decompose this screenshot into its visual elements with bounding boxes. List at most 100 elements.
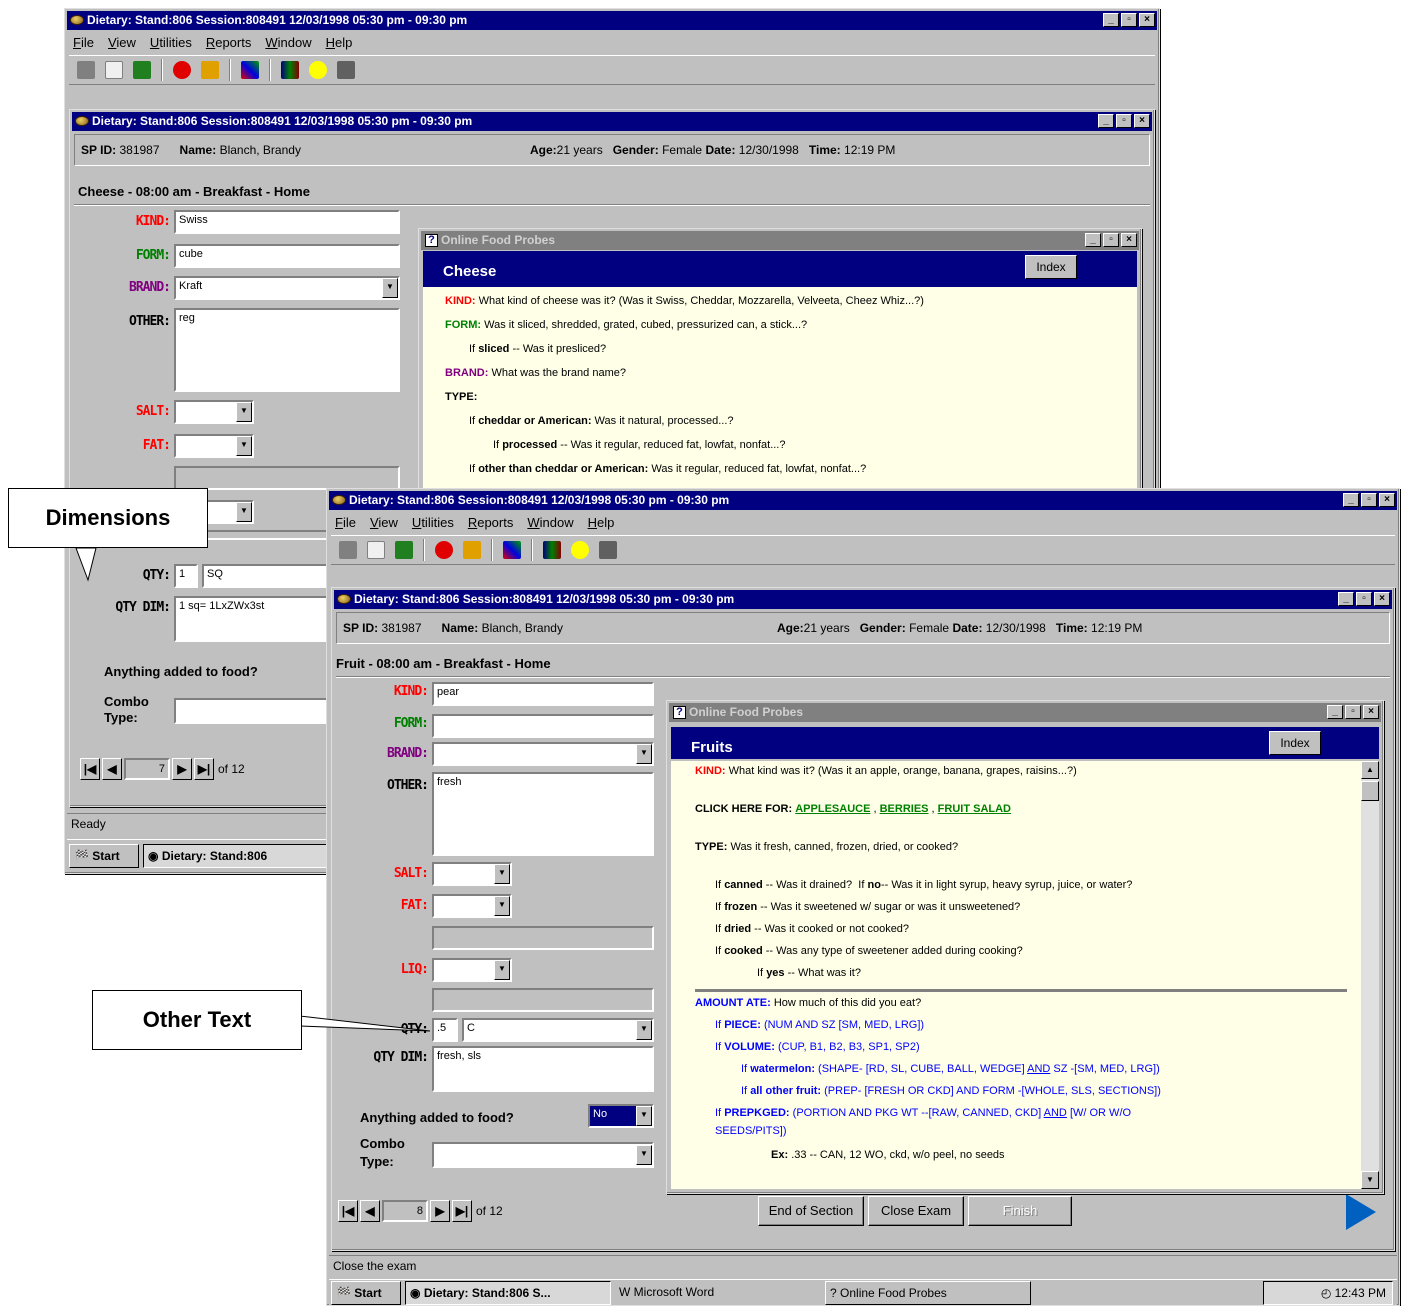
form-field[interactable]	[432, 714, 654, 738]
front-probe-title-bar[interactable]: ? Online Food Probes _ ▫ ×	[669, 703, 1381, 722]
menu-reports[interactable]: Reports	[468, 513, 514, 533]
front-inner-title-bar[interactable]: Dietary: Stand:806 Session:808491 12/03/…	[334, 590, 1392, 609]
start-button[interactable]: 🏁 Start	[331, 1280, 401, 1305]
open-icon[interactable]	[77, 61, 95, 79]
minimize-button[interactable]: _	[1098, 114, 1114, 128]
help-icon[interactable]	[309, 61, 327, 79]
applesauce-link[interactable]: APPLESAUCE	[795, 803, 870, 815]
prev-record-button[interactable]: ◀	[102, 758, 122, 780]
prev-record-button[interactable]: ◀	[360, 1200, 380, 1222]
close-button[interactable]: ×	[1363, 705, 1379, 719]
form-field[interactable]: cube	[174, 244, 400, 268]
qty-unit-dropdown-arrow[interactable]: ▼	[636, 1020, 652, 1040]
record-icon[interactable]	[173, 61, 191, 79]
back-title-bar[interactable]: Dietary: Stand:806 Session:808491 12/03/…	[67, 11, 1157, 30]
taskbar-dietary[interactable]: ◉ Dietary: Stand:806	[143, 843, 343, 868]
qty-dim-field[interactable]: fresh, sls	[432, 1046, 654, 1092]
index-button[interactable]: Index	[1269, 731, 1321, 755]
salt-dropdown-arrow[interactable]: ▼	[494, 864, 510, 884]
berries-link[interactable]: BERRIES	[880, 803, 929, 815]
other-field[interactable]: fresh	[432, 772, 654, 856]
menu-utilities[interactable]: Utilities	[412, 513, 454, 533]
exit-icon[interactable]	[599, 541, 617, 559]
qty-unit-field[interactable]: C	[462, 1018, 654, 1042]
brand-dropdown-arrow[interactable]: ▼	[636, 744, 652, 764]
open-icon[interactable]	[339, 541, 357, 559]
close-button[interactable]: ×	[1379, 493, 1395, 507]
menu-view[interactable]: View	[108, 33, 136, 53]
minimize-button[interactable]: _	[1343, 493, 1359, 507]
close-button[interactable]: ×	[1374, 592, 1390, 606]
books-icon[interactable]	[543, 541, 561, 559]
probe-icon[interactable]	[201, 61, 219, 79]
record-number[interactable]: 7	[124, 758, 170, 780]
record-number[interactable]: 8	[382, 1200, 428, 1222]
start-button[interactable]: 🏁 Start	[69, 843, 139, 868]
front-title-bar[interactable]: Dietary: Stand:806 Session:808491 12/03/…	[329, 491, 1397, 510]
close-exam-button[interactable]: Close Exam	[868, 1196, 964, 1226]
next-record-button[interactable]: ▶	[172, 758, 192, 780]
doc-icon[interactable]	[105, 61, 123, 79]
menu-file[interactable]: File	[73, 33, 94, 53]
anything-added-dropdown-arrow[interactable]: ▼	[636, 1106, 652, 1126]
salt-dropdown-arrow[interactable]: ▼	[236, 402, 252, 422]
books-icon[interactable]	[281, 61, 299, 79]
first-record-button[interactable]: |◀	[80, 758, 100, 780]
probe-scrollbar[interactable]: ▲ ▼	[1361, 761, 1379, 1189]
probe-icon[interactable]	[463, 541, 481, 559]
save-icon[interactable]	[133, 61, 151, 79]
menu-help[interactable]: Help	[326, 33, 353, 53]
index-button[interactable]: Index	[1025, 255, 1077, 279]
fruit-salad-link[interactable]: FRUIT SALAD	[938, 803, 1011, 815]
liq-dropdown-arrow[interactable]: ▼	[494, 960, 510, 980]
restore-button[interactable]: ▫	[1356, 592, 1372, 606]
kind-field[interactable]: pear	[432, 682, 654, 706]
end-of-section-button[interactable]: End of Section	[758, 1196, 864, 1226]
last-record-button[interactable]: ▶|	[194, 758, 214, 780]
scroll-thumb[interactable]	[1361, 781, 1379, 801]
finish-button[interactable]: Finish	[968, 1196, 1072, 1226]
maximize-button[interactable]: ▫	[1121, 13, 1137, 27]
close-button[interactable]: ×	[1121, 233, 1137, 247]
first-record-button[interactable]: |◀	[338, 1200, 358, 1222]
qty-field[interactable]: 1	[174, 564, 198, 588]
maximize-button[interactable]: ▫	[1103, 233, 1119, 247]
taskbar-dietary[interactable]: ◉ Dietary: Stand:806 S...	[405, 1280, 611, 1305]
menu-help[interactable]: Help	[588, 513, 615, 533]
brand-field[interactable]	[432, 742, 654, 766]
back-inner-title-bar[interactable]: Dietary: Stand:806 Session:808491 12/03/…	[72, 112, 1152, 131]
menu-window[interactable]: Window	[527, 513, 573, 533]
help-icon[interactable]	[571, 541, 589, 559]
menu-file[interactable]: File	[335, 513, 356, 533]
record-icon[interactable]	[435, 541, 453, 559]
minimize-button[interactable]: _	[1327, 705, 1343, 719]
combo-type-dropdown-arrow[interactable]: ▼	[636, 1145, 652, 1165]
doc-icon[interactable]	[367, 541, 385, 559]
brand-field[interactable]: Kraft	[174, 276, 400, 300]
scroll-down-button[interactable]: ▼	[1361, 1171, 1379, 1189]
taskbar-word[interactable]: W Microsoft Word	[615, 1280, 821, 1305]
puzzle-icon[interactable]	[503, 541, 521, 559]
menu-utilities[interactable]: Utilities	[150, 33, 192, 53]
scroll-up-button[interactable]: ▲	[1361, 761, 1379, 779]
save-icon[interactable]	[395, 541, 413, 559]
close-button[interactable]: ×	[1134, 114, 1150, 128]
maximize-button[interactable]: ▫	[1361, 493, 1377, 507]
menu-view[interactable]: View	[370, 513, 398, 533]
minimize-button[interactable]: _	[1085, 233, 1101, 247]
minimize-button[interactable]: _	[1338, 592, 1354, 606]
liq-dropdown-arrow[interactable]: ▼	[236, 502, 252, 522]
next-record-button[interactable]: ▶	[430, 1200, 450, 1222]
brand-dropdown-arrow[interactable]: ▼	[382, 278, 398, 298]
next-arrow-icon[interactable]	[1346, 1194, 1376, 1230]
close-button[interactable]: ×	[1139, 13, 1155, 27]
taskbar-probes[interactable]: ? Online Food Probes	[825, 1280, 1031, 1305]
exit-icon[interactable]	[337, 61, 355, 79]
minimize-button[interactable]: _	[1103, 13, 1119, 27]
fat-dropdown-arrow[interactable]: ▼	[494, 896, 510, 916]
kind-field[interactable]: Swiss	[174, 210, 400, 234]
maximize-button[interactable]: ▫	[1345, 705, 1361, 719]
menu-window[interactable]: Window	[265, 33, 311, 53]
qty-field[interactable]: .5	[432, 1018, 458, 1042]
last-record-button[interactable]: ▶|	[452, 1200, 472, 1222]
